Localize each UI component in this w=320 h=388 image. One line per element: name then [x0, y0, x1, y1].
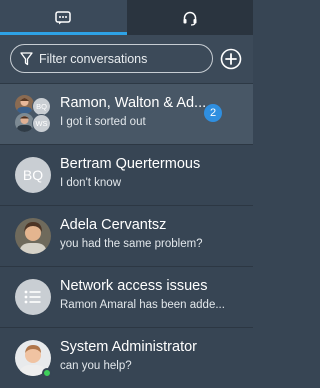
- chat-bubble-icon: [55, 10, 71, 24]
- conversation-name: Ramon, Walton & Ad...: [60, 95, 207, 111]
- tab-support[interactable]: [126, 0, 253, 35]
- conversation-item[interactable]: Adela Cervantsz you had the same problem…: [0, 206, 253, 267]
- add-conversation-icon[interactable]: [220, 48, 242, 70]
- tab-bar: [0, 0, 253, 35]
- conversation-preview: I don't know: [60, 177, 122, 189]
- filter-icon: [20, 51, 33, 65]
- list-icon: [24, 290, 41, 304]
- avatar: [15, 218, 51, 254]
- conversation-name: System Administrator: [60, 339, 197, 355]
- conversation-item[interactable]: BQ Bertram Quertermous I don't know: [0, 145, 253, 206]
- avatar: [15, 279, 51, 315]
- tab-chats[interactable]: [0, 0, 127, 35]
- search-input[interactable]: [39, 51, 199, 66]
- conversation-name: Network access issues: [60, 278, 208, 294]
- search-bar: [0, 35, 253, 84]
- conversation-preview: Ramon Amaral has been adde...: [60, 299, 225, 311]
- headset-icon: [183, 11, 197, 26]
- avatar: BQ: [15, 157, 51, 193]
- conversation-name: Adela Cervantsz: [60, 217, 167, 233]
- conversation-item[interactable]: System Administrator can you help?: [0, 328, 253, 388]
- online-status-indicator: [42, 368, 52, 378]
- group-avatar: BQ WS: [15, 95, 53, 133]
- conversation-item[interactable]: BQ WS Ramon, Walton & Ad... I got it sor…: [0, 84, 253, 145]
- avatar-initials: WS: [32, 114, 51, 133]
- conversation-name: Bertram Quertermous: [60, 156, 201, 172]
- search-field[interactable]: [10, 44, 213, 73]
- conversation-item[interactable]: Network access issues Ramon Amaral has b…: [0, 267, 253, 328]
- unread-badge: 2: [204, 104, 222, 122]
- conversation-list: BQ WS Ramon, Walton & Ad... I got it sor…: [0, 84, 253, 388]
- conversation-preview: you had the same problem?: [60, 238, 203, 250]
- conversation-preview: can you help?: [60, 360, 132, 372]
